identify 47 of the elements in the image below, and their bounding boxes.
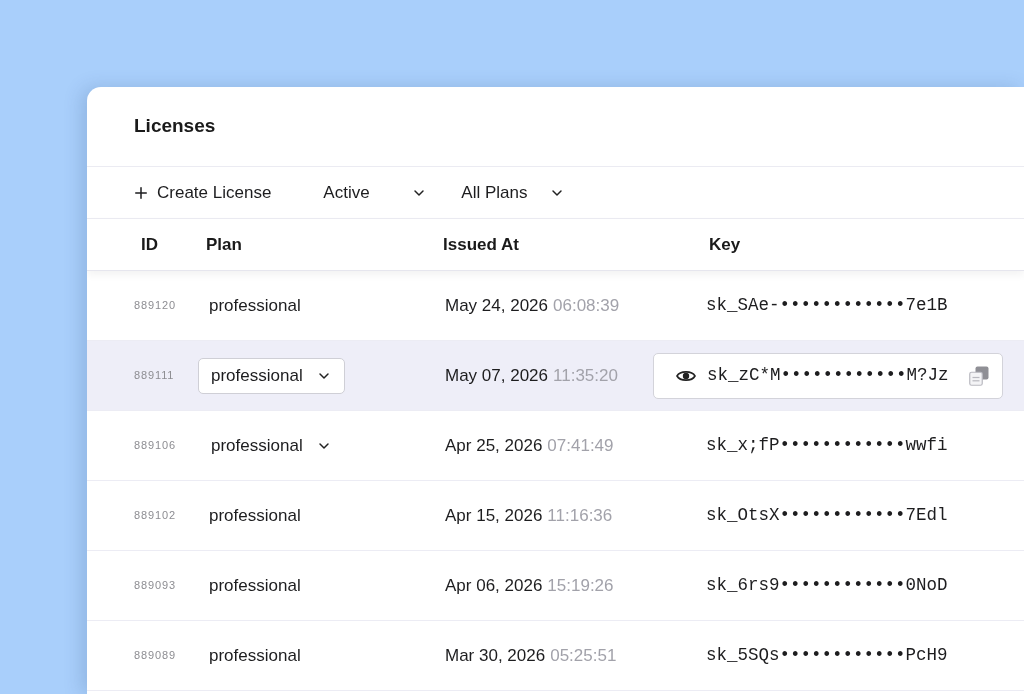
plan-text: professional [208, 644, 301, 667]
table-row[interactable]: 889106 professional Apr 25, 2026 07:41:49 sk_x;fP••••••••••••wwfi [87, 411, 1024, 481]
column-header: Plan [206, 234, 242, 254]
license-key: sk_zC*M••••••••••••M?Jz [707, 362, 949, 389]
create-license-button[interactable]: Create License [132, 179, 272, 206]
issued-date: May 07, 2026 [445, 364, 548, 387]
license-key: sk_x;fP••••••••••••wwfi [653, 432, 948, 459]
issued-date: May 24, 2026 [445, 294, 548, 317]
plan-select[interactable]: professional [198, 357, 345, 394]
issued-time: 11:35:20 [553, 364, 618, 387]
table-row[interactable]: 889089 professional Mar 30, 2026 05:25:51 sk_5SQs••••••••••••PcH9 [87, 621, 1024, 691]
plan-text: professional [208, 574, 301, 597]
license-id: 889120 [134, 298, 176, 314]
filter-dropdown[interactable]: All Plans [461, 179, 566, 206]
column-header: Key [709, 234, 741, 254]
license-key: sk_5SQs••••••••••••PcH9 [653, 642, 948, 669]
issued-time: 11:16:36 [547, 504, 613, 527]
license-key: sk_6rs9••••••••••••0NoD [653, 572, 948, 599]
issued-time: 15:19:26 [547, 574, 614, 597]
eye-icon[interactable] [676, 368, 696, 383]
license-id: 889111 [134, 368, 175, 384]
issued-date: Mar 30, 2026 [445, 644, 546, 667]
issued-date: Apr 06, 2026 [445, 574, 543, 597]
table-row[interactable]: 889102 professional Apr 15, 2026 11:16:36 sk_OtsX••••••••••••7Edl [87, 481, 1024, 551]
column-header: ID [141, 234, 158, 254]
table-row[interactable]: 889120 professional May 24, 2026 06:08:39 sk_SAe-••••••••••••7e1B [87, 271, 1024, 341]
license-id: 889089 [134, 648, 176, 664]
plan-text: professional [208, 504, 301, 527]
license-id: 889106 [134, 438, 176, 454]
issued-time: 07:41:49 [547, 434, 614, 457]
table-row[interactable]: 889111 professional May 07, 2026 11:35:20 sk_zC*M••••••••••••M?Jz [87, 341, 1024, 411]
license-id: 889102 [134, 508, 176, 524]
license-key: sk_SAe-••••••••••••7e1B [653, 292, 948, 319]
issued-date: Apr 15, 2026 [445, 504, 543, 527]
copy-icon[interactable] [969, 365, 989, 386]
panel-title: Licenses [134, 114, 216, 139]
key-field[interactable]: sk_zC*M••••••••••••M?Jz [653, 352, 1003, 399]
issued-time: 05:25:51 [550, 644, 617, 667]
plan-text: professional [208, 294, 301, 317]
table-row[interactable]: 889093 professional Apr 06, 2026 15:19:26 sk_6rs9••••••••••••0NoD [87, 551, 1024, 621]
filter-dropdown[interactable]: Active [323, 179, 428, 206]
issued-date: Apr 25, 2026 [445, 434, 543, 457]
license-key: sk_OtsX••••••••••••7Edl [653, 502, 948, 529]
license-id: 889093 [134, 578, 176, 594]
plan-dropdown[interactable]: professional [198, 432, 332, 459]
column-header: Issued At [443, 234, 519, 254]
issued-time: 06:08:39 [553, 294, 620, 317]
